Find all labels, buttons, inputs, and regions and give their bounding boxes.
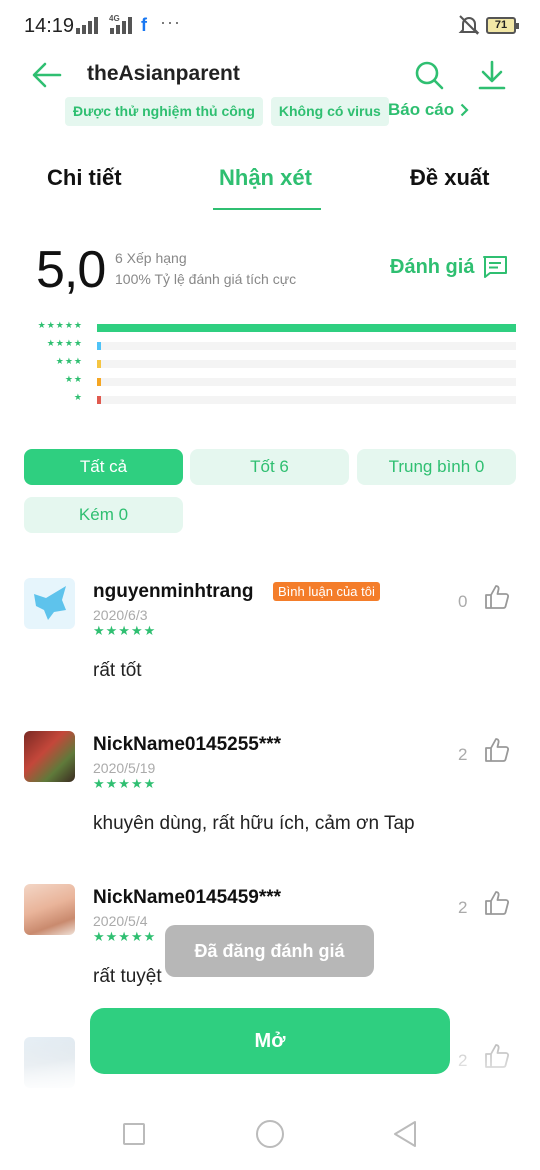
- review-text: khuyên dùng, rất hữu ích, cảm ơn Tap: [93, 813, 415, 834]
- toast-message: Đã đăng đánh giá: [165, 925, 374, 977]
- fox-avatar-icon: [34, 586, 66, 620]
- distribution-track: [97, 342, 516, 350]
- search-icon[interactable]: [412, 58, 446, 92]
- my-review-badge: Bình luận của tôi: [273, 582, 380, 601]
- review-item: nguyenminhtrang Bình luận của tôi 2020/6…: [0, 578, 540, 728]
- review-date: 2020/5/19: [93, 760, 156, 776]
- distribution-stars: ★★★: [55, 356, 83, 366]
- battery-icon: 71: [486, 17, 519, 34]
- tab-reviews[interactable]: Nhận xét: [219, 165, 312, 191]
- nav-back-icon[interactable]: [392, 1120, 418, 1148]
- distribution-stars: ★: [73, 392, 83, 402]
- comment-icon: [483, 256, 508, 278]
- report-link[interactable]: Báo cáo: [388, 100, 469, 120]
- reviewer-name: nguyenminhtrang: [93, 581, 254, 602]
- signal-icon: [76, 16, 98, 34]
- report-label: Báo cáo: [388, 100, 455, 119]
- more-notifications-icon: ···: [160, 12, 181, 32]
- open-app-button[interactable]: Mở: [90, 1008, 450, 1074]
- distribution-row: ★★★: [26, 356, 516, 374]
- distribution-fill: [97, 378, 101, 386]
- reviewer-name: NickName0145459***: [93, 887, 282, 908]
- distribution-stars: ★★★★★: [37, 320, 83, 330]
- status-bar: 14:19 4G f ··· 71: [0, 0, 540, 54]
- ratings-count: 6 Xếp hạng: [115, 250, 187, 266]
- distribution-fill: [97, 342, 101, 350]
- chevron-right-icon: [460, 103, 469, 117]
- home-button[interactable]: [256, 1120, 284, 1148]
- distribution-stars: ★★: [64, 374, 83, 384]
- review-stars: ★★★★★: [93, 929, 157, 944]
- like-count: 2: [458, 745, 468, 764]
- signal-icon-2: [110, 16, 132, 34]
- distribution-row: ★★★★★: [26, 320, 516, 338]
- badge-manually-tested: Được thử nghiệm thủ công: [65, 97, 263, 126]
- distribution-track: [97, 378, 516, 386]
- review-stars: ★★★★★: [93, 776, 157, 791]
- facebook-icon: f: [141, 15, 147, 35]
- positive-rate: 100% Tỷ lệ đánh giá tích cực: [115, 271, 297, 287]
- distribution-row: ★★★★: [26, 338, 516, 356]
- battery-level: 71: [494, 19, 508, 31]
- rating-distribution: ★★★★★ ★★★★ ★★★ ★★ ★: [26, 320, 516, 410]
- rate-button-label: Đánh giá: [390, 255, 475, 278]
- back-arrow-icon[interactable]: [30, 60, 64, 90]
- mute-icon: [458, 15, 480, 35]
- tab-details[interactable]: Chi tiết: [47, 165, 122, 191]
- download-icon[interactable]: [476, 58, 508, 92]
- distribution-track: [97, 396, 516, 404]
- review-text: rất tốt: [93, 660, 142, 681]
- review-date: 2020/6/3: [93, 607, 148, 623]
- filter-poor[interactable]: Kém 0: [24, 497, 183, 533]
- review-text: rất tuyệt: [93, 966, 162, 987]
- thumbs-up-icon[interactable]: [484, 584, 510, 610]
- distribution-fill: [97, 360, 101, 368]
- thumbs-up-icon[interactable]: [484, 890, 510, 916]
- distribution-fill: [97, 396, 101, 404]
- distribution-track: [97, 324, 516, 332]
- like-count: 2: [458, 898, 468, 917]
- review-stars: ★★★★★: [93, 623, 157, 638]
- distribution-row: ★★: [26, 374, 516, 392]
- thumbs-up-icon[interactable]: [484, 737, 510, 763]
- active-tab-indicator: [213, 208, 321, 210]
- avatar: [24, 884, 75, 935]
- reviewer-name: NickName0145255***: [93, 734, 282, 755]
- distribution-fill: [97, 324, 516, 332]
- filter-good[interactable]: Tốt 6: [190, 449, 349, 485]
- badge-virus-free: Không có virus: [270, 97, 389, 126]
- review-date: 2020/5/4: [93, 913, 148, 929]
- status-time: 14:19: [24, 15, 75, 37]
- distribution-stars: ★★★★: [46, 338, 83, 348]
- avatar: [24, 731, 75, 782]
- app-badges: Được thử nghiệm thủ công Không có virus: [65, 97, 389, 126]
- recent-apps-button[interactable]: [123, 1123, 145, 1145]
- distribution-row: ★: [26, 392, 516, 410]
- filter-average[interactable]: Trung bình 0: [357, 449, 516, 485]
- avatar: [24, 578, 75, 629]
- like-count: 0: [458, 592, 468, 611]
- review-item: NickName0145255*** 2020/5/19 ★★★★★ khuyê…: [0, 731, 540, 881]
- average-score: 5,0: [36, 241, 106, 299]
- distribution-track: [97, 360, 516, 368]
- rate-button[interactable]: Đánh giá: [390, 255, 508, 279]
- filter-all[interactable]: Tất cả: [24, 449, 183, 485]
- app-title: theAsianparent: [87, 62, 240, 85]
- tab-recommended[interactable]: Đề xuất: [410, 165, 489, 191]
